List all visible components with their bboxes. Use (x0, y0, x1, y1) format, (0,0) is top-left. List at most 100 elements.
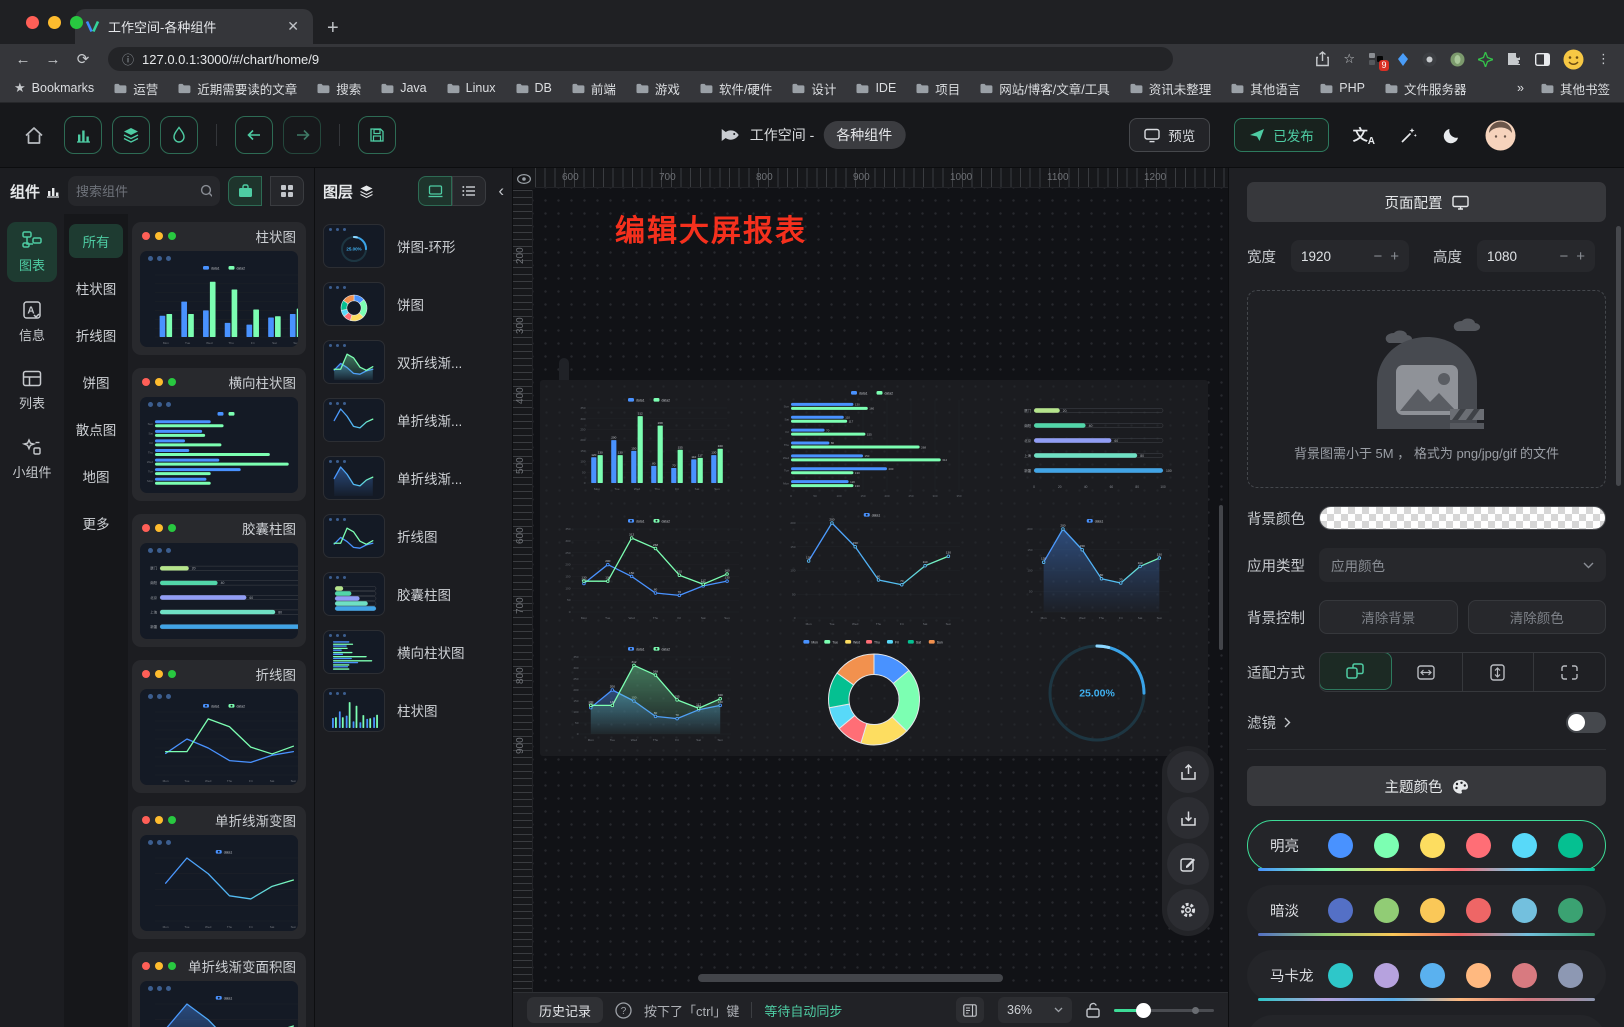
import-icon[interactable] (1167, 797, 1209, 839)
color-dot[interactable] (1512, 963, 1537, 988)
other-bookmarks-folder[interactable]: 其他书签 (1540, 79, 1610, 98)
layer-item[interactable]: 横向柱状图 (323, 630, 504, 674)
clear-color-button[interactable]: 清除颜色 (1468, 600, 1607, 634)
magic-wand-icon[interactable] (1399, 126, 1418, 145)
background-color-swatch[interactable] (1319, 506, 1606, 530)
dark-mode-moon-icon[interactable] (1442, 126, 1461, 145)
bookmarks-manager[interactable]: ★Bookmarks (14, 80, 94, 96)
layers-thumbnail-view-button[interactable] (418, 176, 452, 206)
category-item[interactable]: 散点图 (69, 412, 123, 446)
close-window-button[interactable] (26, 16, 39, 29)
color-dot[interactable] (1558, 963, 1583, 988)
layer-item[interactable]: 25.00%饼图-环形 (323, 224, 504, 268)
category-item[interactable]: 饼图 (69, 365, 123, 399)
decrement-icon[interactable]: − (1559, 248, 1568, 265)
browser-tab[interactable]: 工作空间-各种组件 ✕ (75, 9, 313, 44)
ruler-corner-eye-icon[interactable] (513, 168, 535, 189)
bookmark-folder[interactable]: 搜索 (316, 79, 361, 98)
chart-double-area[interactable]: data1data2050100150200250300350120200150… (565, 644, 737, 742)
component-card[interactable]: 单折线渐变面积图data1MonTueWedThuFriSatSun (132, 952, 306, 1027)
width-stepper[interactable]: 1920−+ (1291, 240, 1409, 272)
color-dot[interactable] (1328, 833, 1353, 858)
save-button[interactable] (358, 116, 396, 154)
pin-extension-icon[interactable] (1397, 52, 1409, 67)
preview-button[interactable]: 预览 (1129, 118, 1210, 152)
bookmark-folder[interactable]: 网站/博客/文章/工具 (979, 79, 1109, 98)
fit-scale-button[interactable] (1319, 652, 1392, 690)
bookmark-folder[interactable]: 文件服务器 (1384, 79, 1467, 98)
chart-pie[interactable]: MonTueWedThuFriSatSun (766, 638, 982, 748)
layer-item[interactable]: 单折线渐... (323, 398, 504, 442)
bookmark-folder[interactable]: 运营 (113, 79, 158, 98)
decrement-icon[interactable]: − (1373, 248, 1382, 265)
bookmark-folder[interactable]: 前端 (571, 79, 616, 98)
color-dot[interactable] (1374, 898, 1399, 923)
minimize-window-button[interactable] (48, 16, 61, 29)
layers-toggle-button[interactable] (112, 116, 150, 154)
color-dot[interactable] (1466, 898, 1491, 923)
color-dot[interactable] (1420, 898, 1445, 923)
bookmark-folder[interactable]: IDE (855, 79, 896, 98)
fit-height-button[interactable] (1463, 653, 1535, 691)
component-card[interactable]: 柱状图data1data2MonTueWedThuFriSatSun (132, 222, 306, 355)
color-dot[interactable] (1512, 833, 1537, 858)
bookmark-star-icon[interactable]: ☆ (1343, 51, 1355, 67)
chart-bar[interactable]: data1data2050100150200250300350120200150… (572, 395, 730, 491)
sidebar-tab-info[interactable]: A信息 (7, 292, 57, 352)
maximize-window-button[interactable] (70, 16, 83, 29)
clear-background-button[interactable]: 清除背景 (1319, 600, 1458, 634)
chart-single-line[interactable]: data10501001502001202001508070110130MonT… (782, 510, 966, 626)
component-search[interactable] (68, 176, 220, 206)
theme-row-暗淡[interactable]: 暗淡 (1247, 885, 1606, 936)
color-dot[interactable] (1420, 833, 1445, 858)
component-card[interactable]: 胶囊柱图厦门20南阳40北京60上海80新疆100 (132, 514, 306, 647)
back-icon[interactable]: ← (10, 51, 36, 68)
layer-item[interactable]: 柱状图 (323, 688, 504, 732)
new-tab-button[interactable]: + (327, 17, 339, 40)
bookmark-folder[interactable]: 项目 (915, 79, 960, 98)
zoom-select[interactable]: 36% (998, 997, 1072, 1023)
color-dot[interactable] (1466, 833, 1491, 858)
component-card[interactable]: 折线图data1data2MonTueWedThuFriSatSun (132, 660, 306, 793)
bookmark-folder[interactable]: 游戏 (635, 79, 680, 98)
color-dot[interactable] (1374, 963, 1399, 988)
color-dot[interactable] (1420, 963, 1445, 988)
color-dot[interactable] (1328, 963, 1353, 988)
settings-gear-icon[interactable] (1167, 889, 1209, 931)
canvas-board[interactable]: data1data2050100150200250300350120200150… (540, 380, 1208, 756)
statusbar-panel-icon[interactable] (956, 997, 984, 1023)
sidebar-tab-list[interactable]: 列表 (7, 362, 57, 420)
chevron-right-icon[interactable] (1284, 717, 1291, 728)
share-icon[interactable] (1315, 51, 1330, 67)
redo-button[interactable] (283, 116, 321, 154)
color-dot[interactable] (1558, 833, 1583, 858)
theme-row-明亮[interactable]: 明亮 (1247, 820, 1606, 871)
bookmark-folder[interactable]: PHP (1319, 79, 1365, 98)
chart-capsule[interactable]: 厦门20南阳40北京60上海80新疆100020406080100 (1014, 397, 1180, 489)
theme-row-马卡龙[interactable]: 马卡龙 (1247, 950, 1606, 1001)
green-star-extension-icon[interactable] (1478, 52, 1493, 67)
chart-hbar[interactable]: data1data2050100150200250300350130160Sun… (776, 388, 972, 498)
layer-item[interactable]: 胶囊柱图 (323, 572, 504, 616)
reload-icon[interactable]: ⟳ (70, 50, 96, 68)
color-dot[interactable] (1558, 898, 1583, 923)
canvas-horizontal-scrollbar[interactable] (698, 974, 1003, 982)
site-info-icon[interactable]: ⓘ (122, 51, 134, 68)
tab-close-icon[interactable]: ✕ (283, 18, 303, 35)
config-scrollbar[interactable] (1616, 226, 1621, 486)
olive-extension-icon[interactable] (1450, 52, 1465, 67)
bookmark-folder[interactable]: 近期需要读的文章 (177, 79, 297, 98)
export-icon[interactable] (1167, 751, 1209, 793)
puzzle-extensions-icon[interactable] (1506, 51, 1522, 67)
publish-button[interactable]: 已发布 (1234, 118, 1329, 152)
color-dot[interactable] (1466, 963, 1491, 988)
category-item[interactable]: 地图 (69, 459, 123, 493)
color-dot[interactable] (1328, 898, 1353, 923)
components-toggle-button[interactable] (64, 116, 102, 154)
background-upload-dropzone[interactable]: 背景图需小于 5M ， 格式为 png/jpg/gif 的文件 (1247, 290, 1606, 488)
sidebar-tab-chart[interactable]: 图表 (7, 222, 57, 282)
increment-icon[interactable]: + (1576, 248, 1585, 265)
layer-item[interactable]: 饼图 (323, 282, 504, 326)
layers-list-view-button[interactable] (452, 176, 486, 206)
category-item[interactable]: 折线图 (69, 318, 123, 352)
